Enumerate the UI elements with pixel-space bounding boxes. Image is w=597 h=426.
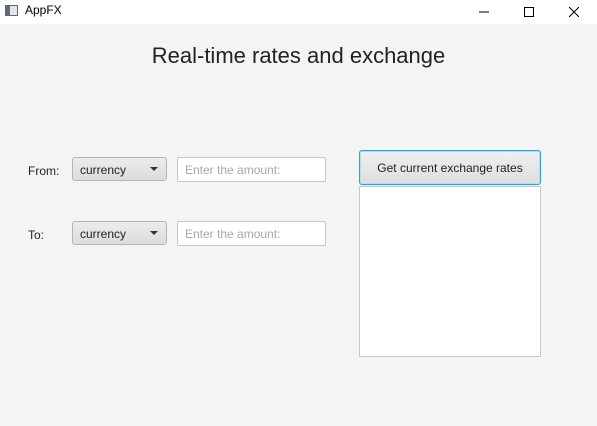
app-window-icon — [5, 5, 18, 16]
chevron-down-icon — [150, 167, 158, 171]
window-title: AppFX — [25, 3, 62, 17]
from-label: From: — [28, 164, 60, 178]
maximize-icon — [523, 7, 534, 17]
page-title: Real-time rates and exchange — [151, 43, 446, 68]
from-currency-value: currency — [80, 163, 127, 177]
from-currency-select[interactable]: currency — [72, 157, 167, 181]
minimize-icon — [478, 11, 489, 13]
close-button[interactable] — [551, 0, 596, 24]
minimize-button[interactable] — [461, 0, 506, 24]
to-currency-value: currency — [80, 227, 127, 241]
to-currency-select[interactable]: currency — [72, 221, 167, 245]
maximize-button[interactable] — [506, 0, 551, 24]
to-amount-input[interactable] — [177, 221, 326, 246]
chevron-down-icon — [150, 231, 158, 235]
app-window: AppFX Real-time rates and exchange From:… — [0, 0, 597, 426]
title-bar: AppFX — [0, 0, 597, 24]
rates-output-area[interactable] — [359, 186, 541, 357]
to-label: To: — [28, 228, 45, 242]
from-amount-input[interactable] — [177, 157, 326, 182]
close-icon — [568, 7, 579, 17]
get-rates-button[interactable]: Get current exchange rates — [359, 150, 541, 185]
